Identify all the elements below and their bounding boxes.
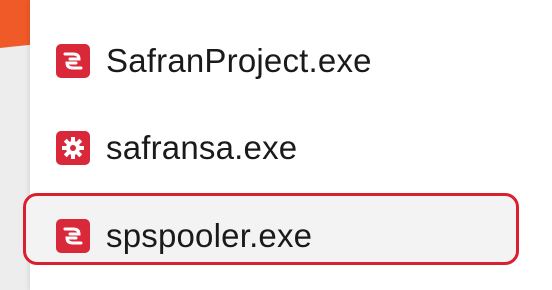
safran-logo-icon: [56, 44, 90, 78]
file-name: SafranProject.exe: [106, 42, 372, 79]
gear-icon: [56, 131, 90, 165]
file-item-safranproject[interactable]: SafranProject.exe: [56, 33, 372, 89]
file-item-safransa[interactable]: safransa.exe: [56, 120, 297, 176]
file-name: spspooler.exe: [106, 217, 313, 254]
file-item-spspooler[interactable]: spspooler.exe: [56, 208, 312, 264]
file-list-panel: SafranProject.exe safransa.exe spspooler…: [23, 0, 552, 290]
file-name: safransa.exe: [106, 129, 298, 166]
safran-logo-icon: [56, 219, 90, 253]
